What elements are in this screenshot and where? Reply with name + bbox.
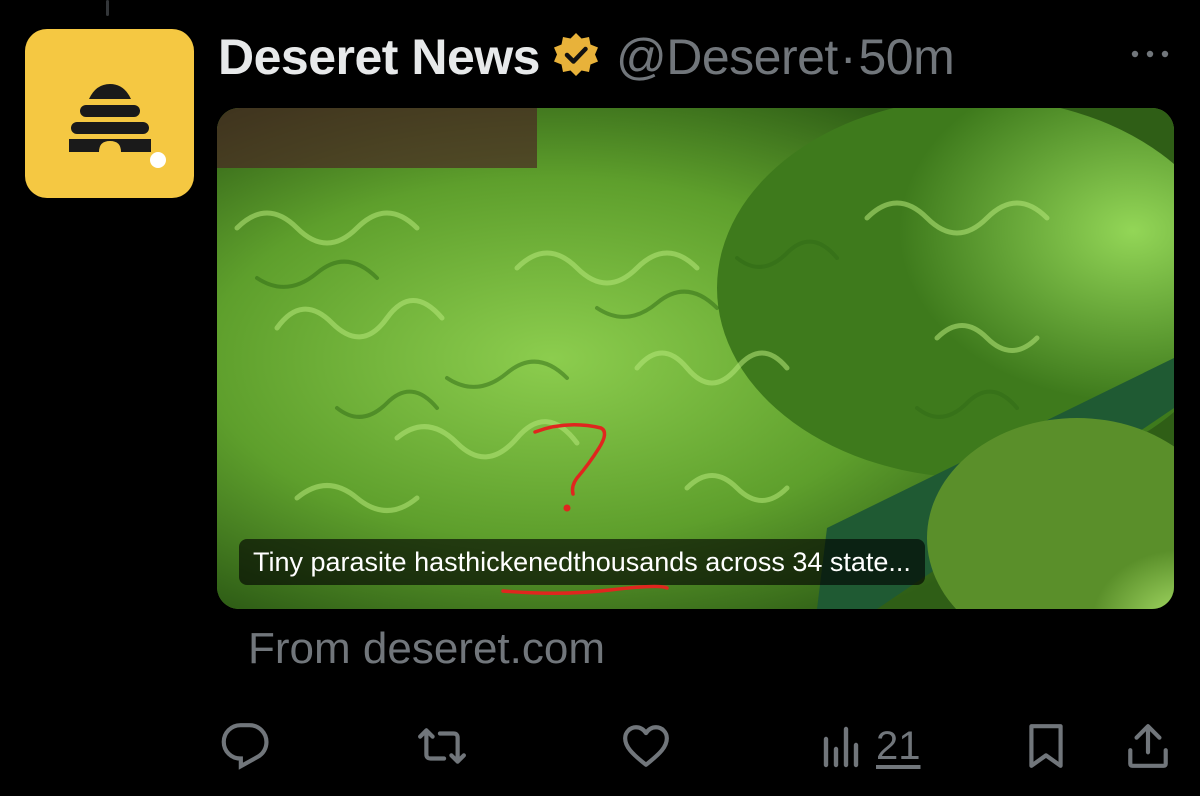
post-timestamp[interactable]: 50m: [858, 28, 954, 86]
caption-marked-word: thickened: [457, 546, 574, 577]
link-source[interactable]: From deseret.com: [248, 624, 605, 674]
views-count[interactable]: 21: [876, 724, 921, 769]
author-handle[interactable]: @Deseret: [616, 28, 838, 86]
caption-text-after: thousands across 34 state...: [573, 546, 911, 577]
question-mark-annotation: [533, 423, 607, 512]
repost-icon: [418, 728, 466, 764]
beehive-icon: [69, 84, 166, 168]
heart-icon: [623, 725, 669, 767]
action-bar: 21: [0, 718, 1200, 778]
verified-badge-icon[interactable]: [548, 29, 604, 85]
link-card-caption: Tiny parasite has thickened thousands ac…: [239, 539, 925, 585]
reply-button[interactable]: [220, 718, 270, 774]
thread-line: [106, 0, 109, 16]
share-button[interactable]: [1124, 718, 1172, 774]
post-header: Deseret News @Deseret · 50m: [218, 22, 1178, 92]
share-icon: [1128, 724, 1168, 768]
repost-button[interactable]: [415, 718, 469, 774]
reply-icon: [221, 723, 269, 770]
link-card[interactable]: Tiny parasite has thickened thousands ac…: [217, 108, 1174, 609]
views-button[interactable]: 21: [820, 718, 921, 774]
caption-text-before: Tiny parasite has: [253, 546, 458, 577]
bookmark-icon: [1029, 724, 1063, 768]
more-options-icon[interactable]: [1128, 44, 1172, 64]
author-name[interactable]: Deseret News: [218, 28, 540, 86]
lettuce-photo: [217, 108, 1174, 609]
red-underline-annotation: [501, 584, 669, 596]
avatar[interactable]: [25, 29, 194, 198]
bookmark-button[interactable]: [1024, 718, 1068, 774]
separator-dot: ·: [839, 29, 857, 85]
views-icon: [823, 726, 859, 768]
like-button[interactable]: [620, 718, 672, 774]
